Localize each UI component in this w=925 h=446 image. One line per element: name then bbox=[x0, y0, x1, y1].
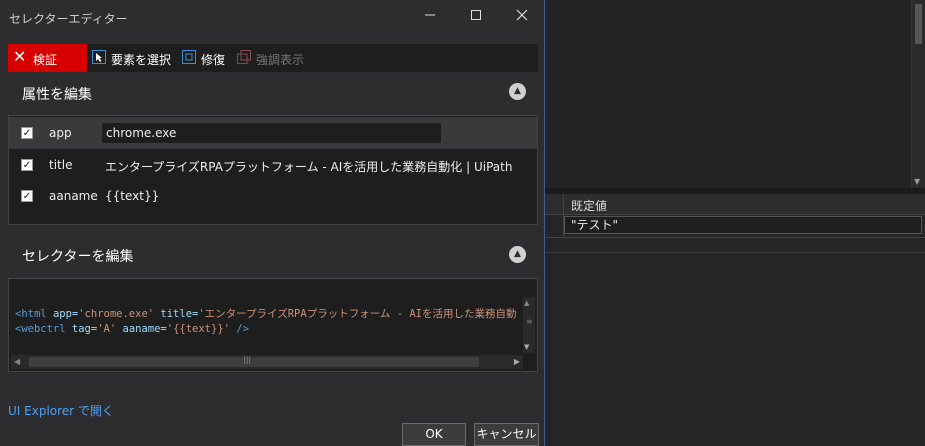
background-grid-row[interactable]: "テスト" bbox=[545, 215, 925, 238]
highlight-icon bbox=[237, 50, 251, 64]
attribute-row-app[interactable]: ✓ app chrome.exe bbox=[9, 117, 537, 149]
background-grid-header: 既定値 bbox=[545, 194, 925, 215]
scrollbar-grip-icon[interactable]: ≡ bbox=[526, 317, 533, 326]
collapse-selector-button[interactable]: ▲ bbox=[509, 246, 526, 263]
grid-row-cell bbox=[545, 215, 564, 237]
selector-line-1: <html app='chrome.exe' title='エンタープライズRP… bbox=[15, 308, 517, 320]
horizontal-scrollbar-thumb[interactable] bbox=[29, 357, 479, 367]
select-element-button[interactable]: 要素を選択 bbox=[92, 44, 182, 72]
attribute-value[interactable]: エンタープライズRPAプラットフォーム - AIを活用した業務自動化 | UiP… bbox=[105, 158, 512, 175]
scroll-right-arrow-icon[interactable]: ▶ bbox=[514, 357, 520, 366]
attribute-checkbox[interactable]: ✓ bbox=[21, 127, 33, 139]
scroll-up-arrow-icon[interactable]: ▲ bbox=[524, 299, 529, 307]
selector-line-2: <webctrl tag='A' aaname='{{text}}' /> bbox=[15, 323, 249, 335]
attribute-checkbox[interactable]: ✓ bbox=[21, 190, 33, 202]
minimize-icon bbox=[425, 14, 435, 16]
selector-text-editor[interactable]: <html app='chrome.exe' title='エンタープライズRP… bbox=[8, 278, 538, 372]
repair-label: 修復 bbox=[201, 53, 226, 67]
selector-section-title: セレクターを編集 bbox=[22, 249, 134, 265]
background-upper-panel bbox=[545, 0, 925, 188]
open-in-ui-explorer-link[interactable]: UI Explorer で開く bbox=[8, 402, 114, 419]
ok-button[interactable]: OK bbox=[402, 423, 466, 446]
grid-header-cell bbox=[545, 194, 564, 214]
highlight-label: 強調表示 bbox=[256, 53, 305, 67]
attributes-section-title: 属性を編集 bbox=[22, 87, 92, 103]
attribute-name: aaname bbox=[49, 189, 98, 203]
chevron-up-icon: ▲ bbox=[514, 249, 521, 259]
attribute-value[interactable]: {{text}} bbox=[105, 189, 159, 203]
scroll-left-arrow-icon[interactable]: ◀ bbox=[14, 357, 20, 366]
repair-icon bbox=[182, 50, 196, 64]
selector-horizontal-scrollbar[interactable]: ◀ ||| ▶ bbox=[11, 355, 523, 369]
scroll-down-arrow-icon[interactable]: ▼ bbox=[524, 343, 529, 351]
attribute-value-input[interactable]: chrome.exe bbox=[101, 122, 442, 144]
grid-header-default-value: 既定値 bbox=[571, 199, 608, 213]
window-title: セレクターエディター bbox=[9, 12, 128, 26]
cancel-button[interactable]: キャンセル bbox=[474, 423, 539, 446]
scroll-down-arrow-icon[interactable]: ▼ bbox=[914, 177, 920, 186]
title-bar: セレクターエディター bbox=[0, 0, 545, 34]
maximize-icon bbox=[471, 10, 481, 20]
attribute-row-title[interactable]: ✓ title エンタープライズRPAプラットフォーム - AIを活用した業務自… bbox=[9, 149, 537, 181]
validate-button[interactable]: ✕ 検証 bbox=[8, 44, 87, 72]
maximize-button[interactable] bbox=[466, 8, 486, 26]
attribute-name: app bbox=[49, 126, 72, 140]
background-separator bbox=[545, 252, 925, 253]
toolbar: ✕ 検証 要素を選択 修復 強調表示 bbox=[8, 44, 538, 72]
scrollbar-grip-icon[interactable]: ||| bbox=[243, 355, 251, 364]
background-vertical-scrollbar[interactable]: ▼ bbox=[911, 0, 925, 188]
select-element-icon bbox=[92, 50, 106, 64]
close-button[interactable] bbox=[512, 8, 532, 26]
attributes-panel: ✓ app chrome.exe ✓ title エンタープライズRPAプラット… bbox=[8, 115, 538, 225]
scrollbar-thumb[interactable] bbox=[915, 4, 922, 44]
attribute-row-aaname[interactable]: ✓ aaname {{text}} bbox=[9, 180, 537, 212]
attribute-checkbox[interactable]: ✓ bbox=[21, 159, 33, 171]
selector-editor-dialog: セレクターエディター ✕ 検証 要素を選択 修復 強調表示 属性を編集 ▲ ✓ … bbox=[0, 0, 545, 446]
grid-default-value-field[interactable]: "テスト" bbox=[564, 216, 922, 234]
repair-button[interactable]: 修復 bbox=[182, 44, 236, 72]
minimize-button[interactable] bbox=[420, 8, 440, 26]
collapse-attributes-button[interactable]: ▲ bbox=[509, 83, 526, 100]
chevron-up-icon: ▲ bbox=[514, 86, 521, 96]
selector-code[interactable]: <html app='chrome.exe' title='エンタープライズRP… bbox=[15, 307, 517, 337]
attribute-name: title bbox=[49, 158, 73, 172]
invalid-x-icon: ✕ bbox=[13, 47, 27, 66]
select-element-label: 要素を選択 bbox=[111, 53, 172, 67]
validate-label: 検証 bbox=[33, 53, 58, 67]
highlight-button[interactable]: 強調表示 bbox=[237, 44, 317, 72]
close-icon bbox=[516, 9, 528, 21]
selector-vertical-scrollbar[interactable]: ▲ ≡ ▼ bbox=[523, 297, 535, 353]
